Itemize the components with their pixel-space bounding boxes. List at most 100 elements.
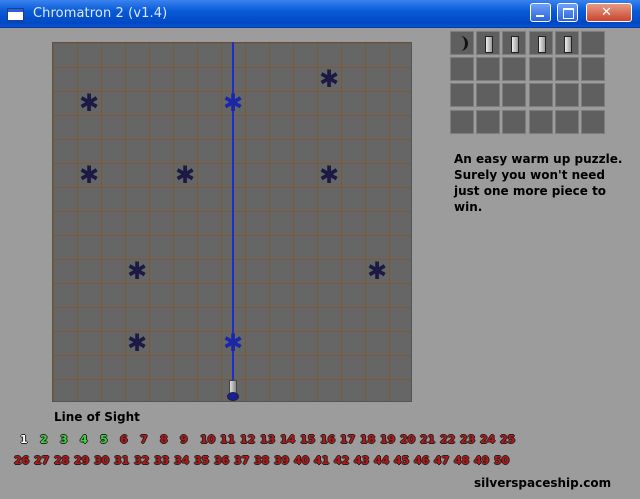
palette-slot[interactable] (528, 31, 553, 55)
target-cell[interactable]: ✱ (174, 163, 196, 187)
level-link[interactable]: 3 (60, 433, 68, 446)
palette-slot[interactable] (581, 57, 605, 82)
level-link[interactable]: 18 (360, 433, 375, 446)
level-link[interactable]: 20 (400, 433, 415, 446)
target-cell[interactable]: ✱ (126, 259, 148, 283)
palette-slot[interactable] (502, 109, 527, 134)
level-link[interactable]: 35 (194, 454, 209, 467)
title-bar: Chromatron 2 (v1.4) ✕ (0, 0, 640, 28)
level-link[interactable]: 8 (160, 433, 168, 446)
level-link[interactable]: 33 (154, 454, 169, 467)
straight-mirror-piece[interactable] (511, 36, 520, 53)
level-link[interactable]: 17 (340, 433, 355, 446)
laser-emitter[interactable] (226, 380, 239, 401)
palette-slot[interactable] (450, 109, 474, 134)
level-link[interactable]: 44 (374, 454, 389, 467)
close-button[interactable]: ✕ (586, 3, 632, 22)
straight-mirror-piece[interactable] (485, 36, 494, 53)
level-link[interactable]: 48 (454, 454, 469, 467)
palette-slot[interactable] (476, 109, 501, 134)
straight-mirror-piece[interactable] (563, 36, 572, 53)
level-link[interactable]: 43 (354, 454, 369, 467)
palette-slot[interactable] (502, 83, 527, 108)
level-link[interactable]: 46 (414, 454, 429, 467)
palette-slot[interactable] (450, 31, 474, 55)
level-link[interactable]: 47 (434, 454, 449, 467)
level-link[interactable]: 21 (420, 433, 435, 446)
level-link[interactable]: 31 (114, 454, 129, 467)
palette-slot[interactable] (581, 83, 605, 108)
minimize-button[interactable] (530, 3, 551, 22)
window-title: Chromatron 2 (v1.4) (33, 6, 168, 21)
level-link[interactable]: 10 (200, 433, 215, 446)
level-link[interactable]: 25 (500, 433, 515, 446)
level-link[interactable]: 24 (480, 433, 495, 446)
level-link[interactable]: 49 (474, 454, 489, 467)
level-link[interactable]: 22 (440, 433, 455, 446)
level-link[interactable]: 41 (314, 454, 329, 467)
level-link[interactable]: 32 (134, 454, 149, 467)
level-link[interactable]: 23 (460, 433, 475, 446)
level-link[interactable]: 36 (214, 454, 229, 467)
level-link[interactable]: 40 (294, 454, 309, 467)
palette-slot[interactable] (528, 109, 553, 134)
level-link[interactable]: 37 (234, 454, 249, 467)
palette-slot[interactable] (450, 57, 474, 82)
target-cell[interactable]: ✱ (126, 331, 148, 355)
level-link[interactable]: 14 (280, 433, 295, 446)
level-link[interactable]: 7 (140, 433, 148, 446)
level-link[interactable]: 39 (274, 454, 289, 467)
level-link[interactable]: 13 (260, 433, 275, 446)
straight-mirror-piece[interactable] (537, 36, 546, 53)
level-link[interactable]: 27 (34, 454, 49, 467)
palette-slot[interactable] (476, 83, 501, 108)
level-link[interactable]: 11 (220, 433, 235, 446)
palette-slot[interactable] (450, 83, 474, 108)
level-link[interactable]: 16 (320, 433, 335, 446)
target-cell[interactable]: ✱ (318, 67, 340, 91)
level-link[interactable]: 5 (100, 433, 108, 446)
level-link[interactable]: 26 (14, 454, 29, 467)
level-link[interactable]: 42 (334, 454, 349, 467)
palette-slot[interactable] (581, 31, 605, 55)
level-link[interactable]: 15 (300, 433, 315, 446)
maximize-button[interactable] (557, 3, 578, 22)
level-link[interactable]: 6 (120, 433, 128, 446)
level-link[interactable]: 4 (80, 433, 88, 446)
target-cell[interactable]: ✱ (318, 163, 340, 187)
level-link[interactable]: 12 (240, 433, 255, 446)
palette-slot[interactable] (554, 31, 579, 55)
level-link[interactable]: 50 (494, 454, 509, 467)
level-link[interactable]: 9 (180, 433, 188, 446)
target-cell[interactable]: ✱ (366, 259, 388, 283)
palette-slot[interactable] (554, 57, 579, 82)
level-link[interactable]: 2 (40, 433, 48, 446)
level-link[interactable]: 1 (20, 433, 28, 446)
level-link[interactable]: 38 (254, 454, 269, 467)
palette-slot[interactable] (581, 109, 605, 134)
level-link[interactable]: 28 (54, 454, 69, 467)
minimize-icon (536, 15, 544, 17)
palette-slot[interactable] (554, 109, 579, 134)
curve-mirror-piece[interactable] (460, 36, 468, 51)
level-link[interactable]: 34 (174, 454, 189, 467)
close-icon: ✕ (601, 5, 612, 20)
palette-slot[interactable] (528, 57, 553, 82)
puzzle-hint: An easy warm up puzzle. Surely you won't… (454, 152, 623, 214)
target-cell[interactable]: ✱ (222, 91, 244, 115)
target-cell[interactable]: ✱ (222, 331, 244, 355)
palette-slot[interactable] (554, 83, 579, 108)
app-icon (7, 8, 24, 21)
level-link[interactable]: 45 (394, 454, 409, 467)
website-link[interactable]: silverspaceship.com (474, 476, 611, 490)
target-cell[interactable]: ✱ (78, 91, 100, 115)
level-link[interactable]: 30 (94, 454, 109, 467)
palette-slot[interactable] (528, 83, 553, 108)
target-cell[interactable]: ✱ (78, 163, 100, 187)
palette-slot[interactable] (476, 57, 501, 82)
palette-slot[interactable] (476, 31, 501, 55)
palette-slot[interactable] (502, 57, 527, 82)
level-link[interactable]: 19 (380, 433, 395, 446)
palette-slot[interactable] (502, 31, 527, 55)
level-link[interactable]: 29 (74, 454, 89, 467)
